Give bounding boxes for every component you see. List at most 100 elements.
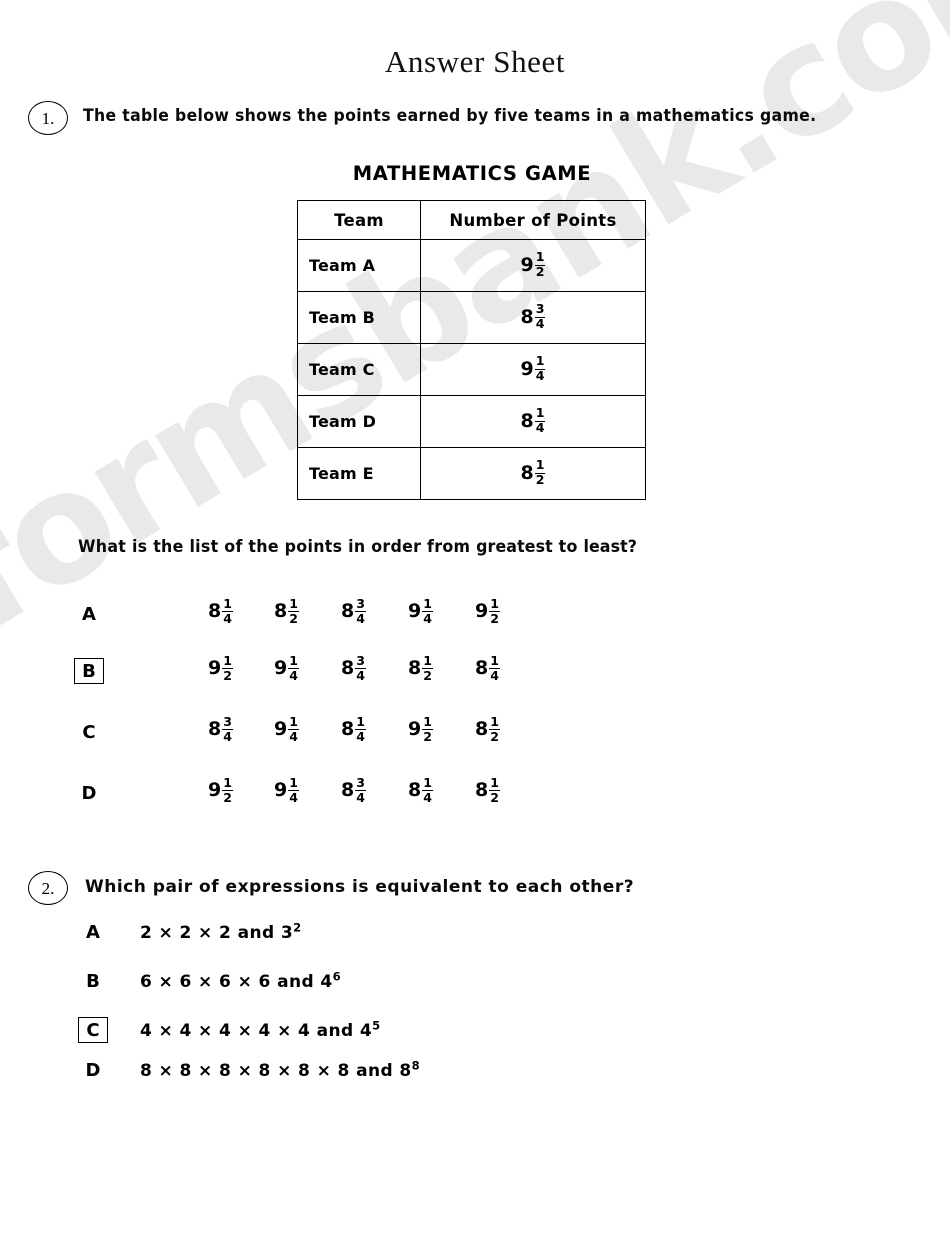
whole-number: 8 bbox=[341, 718, 355, 741]
fraction-denominator: 4 bbox=[534, 316, 546, 332]
fraction-denominator: 2 bbox=[489, 728, 500, 744]
fraction: 12 bbox=[534, 457, 546, 487]
mixed-fraction: 834 bbox=[521, 302, 546, 332]
question-1-prompt: What is the list of the points in order … bbox=[78, 537, 637, 556]
option-value: 814 bbox=[341, 715, 366, 744]
option-value: 914 bbox=[408, 597, 433, 626]
mixed-fraction: 912 bbox=[408, 715, 433, 744]
prompt-part-3: ? bbox=[627, 537, 638, 556]
fraction: 12 bbox=[489, 597, 500, 626]
mixed-fraction: 834 bbox=[208, 715, 233, 744]
mixed-fraction: 814 bbox=[521, 405, 546, 436]
prompt-part-2: to bbox=[552, 537, 584, 556]
fraction: 14 bbox=[489, 652, 500, 683]
option-value: 814 bbox=[408, 774, 433, 805]
fraction-denominator: 4 bbox=[534, 368, 546, 384]
cell-points: 912 bbox=[420, 239, 646, 292]
mixed-fraction: 912 bbox=[208, 774, 233, 805]
prompt-part-1: What is the list of the points in order … bbox=[78, 537, 477, 556]
fraction-numerator: 1 bbox=[223, 652, 232, 668]
option-value: 834 bbox=[341, 652, 366, 683]
fraction: 34 bbox=[222, 715, 233, 744]
table-row: Team D 814 bbox=[297, 395, 646, 448]
whole-number: 9 bbox=[520, 358, 534, 380]
cell-points: 812 bbox=[420, 447, 646, 500]
fraction-denominator: 4 bbox=[489, 667, 500, 683]
whole-number: 8 bbox=[208, 718, 222, 741]
fraction-numerator: 1 bbox=[535, 353, 545, 369]
fraction: 12 bbox=[222, 774, 233, 805]
fraction: 34 bbox=[355, 597, 366, 626]
fraction-denominator: 4 bbox=[288, 789, 299, 805]
fraction-numerator: 1 bbox=[535, 457, 545, 473]
option-letter-d[interactable]: D bbox=[82, 1060, 104, 1081]
mixed-fraction: 814 bbox=[341, 715, 366, 744]
whole-number: 8 bbox=[341, 600, 355, 623]
fraction-numerator: 1 bbox=[289, 713, 298, 729]
fraction-numerator: 3 bbox=[356, 652, 365, 668]
option-letter-d[interactable]: D bbox=[78, 783, 100, 804]
fraction-denominator: 4 bbox=[422, 789, 433, 805]
fraction: 34 bbox=[355, 652, 366, 683]
mixed-fraction: 814 bbox=[208, 595, 233, 626]
table-row: Team E 812 bbox=[297, 447, 646, 500]
fraction: 34 bbox=[534, 302, 546, 332]
mixed-fraction: 814 bbox=[408, 774, 433, 805]
whole-number: 8 bbox=[475, 718, 489, 741]
whole-number: 8 bbox=[208, 600, 222, 623]
fraction-numerator: 1 bbox=[490, 713, 499, 729]
table-row: Team B 834 bbox=[297, 291, 646, 344]
whole-number: 9 bbox=[475, 600, 489, 623]
table-header-row: Team Number of Points bbox=[297, 200, 646, 240]
fraction: 12 bbox=[534, 249, 546, 280]
fraction-numerator: 1 bbox=[490, 774, 499, 790]
option-expression: 4 × 4 × 4 × 4 × 4 and 45 bbox=[140, 1018, 381, 1041]
fraction-denominator: 2 bbox=[489, 610, 500, 626]
fraction-denominator: 4 bbox=[422, 610, 433, 626]
fraction-numerator: 1 bbox=[223, 774, 232, 790]
whole-number: 8 bbox=[341, 657, 355, 680]
fraction-denominator: 2 bbox=[422, 728, 433, 744]
whole-number: 9 bbox=[274, 718, 288, 741]
option-letter-b[interactable]: B bbox=[74, 658, 104, 684]
fraction: 14 bbox=[422, 597, 433, 626]
whole-number: 9 bbox=[520, 254, 534, 276]
option-letter-c[interactable]: C bbox=[78, 722, 100, 743]
mixed-fraction: 912 bbox=[208, 652, 233, 683]
option-value: 912 bbox=[208, 652, 233, 683]
fraction-numerator: 1 bbox=[490, 652, 499, 668]
fraction-denominator: 2 bbox=[222, 667, 233, 683]
fraction-numerator: 3 bbox=[356, 774, 365, 790]
fraction-numerator: 1 bbox=[535, 249, 545, 265]
mixed-fraction: 914 bbox=[274, 652, 299, 683]
fraction-numerator: 1 bbox=[289, 652, 298, 668]
fraction: 34 bbox=[355, 774, 366, 805]
cell-team-name: Team B bbox=[297, 291, 421, 344]
fraction: 14 bbox=[222, 595, 233, 626]
fraction-numerator: 1 bbox=[289, 595, 298, 611]
mixed-fraction: 834 bbox=[341, 597, 366, 626]
option-letter-a[interactable]: A bbox=[78, 604, 100, 625]
whole-number: 9 bbox=[408, 718, 422, 741]
fraction: 14 bbox=[534, 405, 546, 436]
option-letter-a[interactable]: A bbox=[82, 922, 104, 943]
cell-points: 814 bbox=[420, 395, 646, 448]
fraction-denominator: 2 bbox=[534, 264, 546, 280]
option-value: 812 bbox=[274, 595, 299, 626]
fraction-numerator: 1 bbox=[535, 405, 545, 421]
option-letter-b[interactable]: B bbox=[82, 971, 104, 992]
option-expression: 6 × 6 × 6 × 6 and 46 bbox=[140, 969, 342, 992]
whole-number: 9 bbox=[208, 779, 222, 802]
fraction-denominator: 4 bbox=[355, 728, 366, 744]
fraction-denominator: 4 bbox=[534, 420, 546, 436]
option-letter-c[interactable]: C bbox=[78, 1017, 108, 1043]
fraction-denominator: 4 bbox=[222, 728, 233, 744]
fraction-denominator: 4 bbox=[355, 610, 366, 626]
fraction-denominator: 4 bbox=[355, 789, 366, 805]
mixed-fraction: 912 bbox=[475, 597, 500, 626]
fraction-denominator: 2 bbox=[489, 789, 500, 805]
fraction-numerator: 1 bbox=[423, 774, 432, 790]
fraction-numerator: 1 bbox=[223, 595, 232, 611]
whole-number: 8 bbox=[341, 779, 355, 802]
fraction-denominator: 2 bbox=[288, 610, 299, 626]
